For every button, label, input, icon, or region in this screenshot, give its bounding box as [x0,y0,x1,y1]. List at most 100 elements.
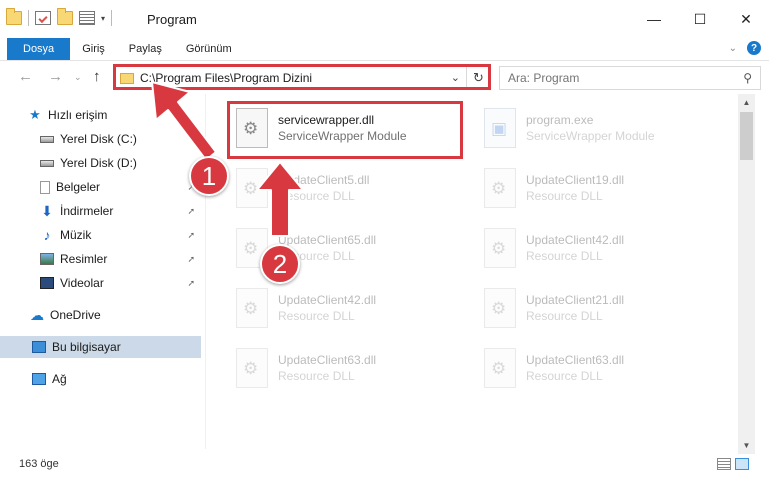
network-icon [32,373,46,385]
documents-icon [40,180,50,194]
dll-file-icon [484,348,516,388]
dll-file-icon [484,168,516,208]
exe-file-icon [484,108,516,148]
new-folder-icon[interactable] [57,8,73,25]
sidebar-item-label: Yerel Disk (D:) [60,156,137,170]
music-icon: ♪ [43,227,51,243]
pin-icon[interactable]: ➚ [187,278,195,289]
toolbar-separator [28,10,29,26]
file-item[interactable]: UpdateClient42.dll Resource DLL [228,282,468,334]
file-name: program.exe [526,113,594,127]
sidebar-item-pictures[interactable]: Resimler ➚ [0,248,201,270]
file-description: ServiceWrapper Module [278,129,407,143]
address-dropdown-icon[interactable]: ⌄ [451,71,460,84]
tab-home[interactable]: Giriş [70,38,117,60]
file-name: UpdateClient42.dll [278,293,377,307]
expand-ribbon-icon[interactable]: ⌄ [729,43,737,54]
search-input[interactable] [500,67,720,89]
sidebar-item-videos[interactable]: Videolar ➚ [0,272,201,294]
sidebar-item-onedrive[interactable]: ☁ OneDrive [0,304,201,326]
address-path[interactable]: C:\Program Files\Program Dizini [140,71,312,85]
file-item[interactable]: UpdateClient21.dll Resource DLL [476,282,716,334]
tab-file[interactable]: Dosya [7,38,71,60]
arrow-up-icon[interactable]: ↑ [93,68,101,85]
sidebar-item-label: Resimler [60,252,108,266]
download-icon: ⬇ [41,202,53,219]
sidebar-item-label: Hızlı erişim [48,108,108,122]
sidebar-item-label: İndirmeler [60,204,114,218]
folder-icon [6,8,22,25]
navigation-pane: ★ Hızlı erişim Yerel Disk (C:) Yerel Dis… [0,94,205,449]
file-item[interactable]: UpdateClient42.dll Resource DLL [476,222,716,274]
sidebar-item-this-pc[interactable]: Bu bilgisayar [0,336,201,358]
window-title: Program [147,12,197,27]
sidebar-item-network[interactable]: Ağ [0,368,201,390]
item-count: 163 öge [19,458,59,470]
sidebar-item-label: Ağ [52,372,67,386]
tiles-view-icon[interactable] [735,458,749,470]
file-description: Resource DLL [526,189,603,203]
file-name: UpdateClient5.dll [278,173,370,187]
sidebar-item-documents[interactable]: Belgeler ➚ [0,176,201,198]
help-icon[interactable]: ? [747,41,761,55]
file-item[interactable]: UpdateClient19.dll Resource DLL [476,162,716,214]
tab-share[interactable]: Paylaş [117,38,174,60]
close-button[interactable]: ✕ [723,0,769,38]
file-item[interactable]: UpdateClient63.dll Resource DLL [228,342,468,394]
scrollbar-thumb[interactable] [740,112,753,160]
maximize-button[interactable]: ☐ [677,0,723,38]
cloud-icon: ☁ [30,306,44,323]
sidebar-item-label: Yerel Disk (C:) [60,132,137,146]
file-description: Resource DLL [526,369,603,383]
pin-icon[interactable]: ➚ [187,254,195,265]
pin-icon[interactable]: ➚ [187,206,195,217]
file-item-servicewrapper[interactable]: servicewrapper.dll ServiceWrapper Module [228,102,468,154]
dll-file-icon [236,288,268,328]
sidebar-item-music[interactable]: ♪ Müzik ➚ [0,224,201,246]
tab-view[interactable]: Görünüm [174,38,244,60]
title-bar: ▾ Program — ☐ ✕ [0,0,769,38]
arrow-left-icon[interactable]: ← [18,68,33,85]
sidebar-item-quick-access[interactable]: ★ Hızlı erişim [0,104,201,126]
hard-disk-icon [40,135,54,143]
minimize-button[interactable]: — [631,0,677,38]
file-description: Resource DLL [278,189,355,203]
dll-file-icon [236,108,268,148]
quick-access-toolbar: ▾ [6,8,113,26]
file-item[interactable]: UpdateClient5.dll Resource DLL [228,162,468,214]
arrow-right-icon[interactable]: → [48,68,63,85]
address-bar[interactable]: C:\Program Files\Program Dizini ⌄ ↻ [113,66,491,90]
search-icon[interactable]: ⚲ [743,71,752,85]
refresh-icon[interactable]: ↻ [466,67,490,89]
customize-toolbar-icon[interactable]: ▾ [101,14,105,23]
sidebar-item-local-disk-c[interactable]: Yerel Disk (C:) [0,128,201,150]
sidebar-item-local-disk-d[interactable]: Yerel Disk (D:) [0,152,201,174]
address-row: ← → ⌄ ↑ C:\Program Files\Program Dizini … [0,60,769,94]
file-description: Resource DLL [526,249,603,263]
sidebar-item-label: Videolar [60,276,104,290]
step-badge-1: 1 [189,156,229,196]
file-item[interactable]: UpdateClient63.dll Resource DLL [476,342,716,394]
file-description: Resource DLL [526,309,603,323]
vertical-scrollbar[interactable]: ▲ ▼ [738,94,755,454]
star-icon: ★ [29,107,41,122]
dll-file-icon [236,168,268,208]
scroll-down-icon[interactable]: ▼ [738,437,755,454]
properties-check-icon[interactable] [35,11,51,25]
toolbar-separator [111,10,113,26]
file-name: UpdateClient21.dll [526,293,625,307]
file-name: UpdateClient42.dll [526,233,625,247]
details-view-icon[interactable] [717,458,731,470]
sidebar-item-downloads[interactable]: ⬇ İndirmeler ➚ [0,200,201,222]
file-item-program-exe[interactable]: program.exe ServiceWrapper Module [476,102,716,154]
view-icon[interactable] [79,11,95,25]
search-box[interactable]: ⚲ [499,66,761,90]
window-controls: — ☐ ✕ [631,0,769,38]
computer-icon [32,341,46,353]
scroll-up-icon[interactable]: ▲ [738,94,755,111]
pin-icon[interactable]: ➚ [187,230,195,241]
recent-locations-icon[interactable]: ⌄ [74,72,82,83]
sidebar-item-label: Müzik [60,228,92,242]
ribbon-controls: ⌄ ? [729,41,761,55]
file-name: UpdateClient63.dll [278,353,377,367]
